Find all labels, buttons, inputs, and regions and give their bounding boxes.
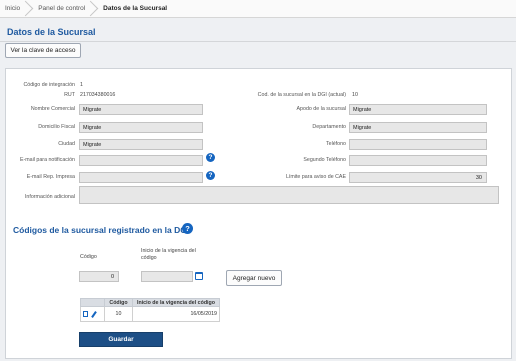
page-title: Datos de la Sucursal [7, 27, 96, 37]
codigo-label: Código [80, 254, 97, 260]
telefono-field[interactable] [349, 139, 487, 150]
codigo-input[interactable]: 0 [79, 271, 119, 282]
departamento-label: Departamento [312, 124, 346, 130]
breadcrumb: Inicio Panel de control Datos de la Sucu… [0, 0, 516, 18]
table-header-actions [80, 298, 105, 307]
rut-value: 217034380016 [80, 92, 116, 98]
title-divider [0, 41, 516, 42]
domicilio-fiscal-label: Domicilio Fiscal [38, 124, 75, 130]
email-rep-impresa-field[interactable] [79, 172, 203, 183]
row-actions [80, 306, 105, 322]
segundo-telefono-field[interactable] [349, 155, 487, 166]
integration-code-label: Código de integración [23, 82, 75, 88]
help-icon[interactable]: ? [206, 171, 215, 180]
telefono-label: Teléfono [325, 141, 346, 147]
rut-label: RUT [64, 92, 75, 98]
integration-code-value: 1 [80, 82, 83, 88]
vigencia-date-input[interactable] [141, 271, 193, 282]
segundo-telefono-label: Segundo Teléfono [303, 157, 346, 163]
ciudad-label: Ciudad [58, 141, 75, 147]
departamento-field[interactable]: Migrate [349, 122, 487, 133]
limite-cae-field[interactable]: 30 [349, 172, 487, 183]
nombre-comercial-label: Nombre Comercial [30, 106, 75, 112]
help-icon[interactable]: ? [182, 223, 193, 234]
calendar-icon[interactable] [195, 272, 203, 280]
dgi-code-label: Cod. de la sucursal en la DGI (actual) [257, 92, 346, 98]
ciudad-field[interactable]: Migrate [79, 139, 203, 150]
dgi-codes-table: Código Inicio de la vigencia del código … [80, 298, 220, 322]
email-notificacion-field[interactable] [79, 155, 203, 166]
dgi-codes-section-title: Códigos de la sucursal registrado en la … [13, 225, 190, 235]
email-notificacion-label: E-mail para notificación [19, 157, 75, 163]
add-new-button[interactable]: Agregar nuevo [226, 270, 282, 286]
apodo-field[interactable]: Migrate [349, 104, 487, 115]
view-access-key-button[interactable]: Ver la clave de acceso [5, 43, 81, 58]
table-header-codigo: Código [104, 298, 133, 307]
breadcrumb-inicio[interactable]: Inicio [0, 0, 30, 18]
document-icon[interactable] [83, 311, 88, 317]
email-rep-impresa-label: E-mail Rep. Impresa [26, 174, 75, 180]
breadcrumb-datos-sucursal: Datos de la Sucursal [103, 5, 168, 12]
save-button[interactable]: Guardar [79, 332, 163, 347]
informacion-adicional-textarea[interactable] [79, 186, 499, 204]
vigencia-label: Inicio de la vigencia del código [141, 248, 196, 261]
domicilio-fiscal-field[interactable]: Migrate [79, 122, 203, 133]
apodo-label: Apodo de la sucursal [296, 106, 346, 112]
row-codigo: 10 [104, 306, 133, 322]
table-row: 10 16/05/2019 [80, 306, 220, 322]
nombre-comercial-field[interactable]: Migrate [79, 104, 203, 115]
informacion-adicional-label: Información adicional [24, 194, 75, 200]
row-vigencia: 16/05/2019 [132, 306, 220, 322]
help-icon[interactable]: ? [206, 153, 215, 162]
pencil-icon[interactable] [91, 310, 97, 318]
breadcrumb-panel-de-control[interactable]: Panel de control [30, 0, 95, 18]
limite-cae-label: Límite para aviso de CAE [285, 174, 346, 180]
table-header-vigencia: Inicio de la vigencia del código [132, 298, 220, 307]
dgi-code-value: 10 [352, 92, 358, 98]
